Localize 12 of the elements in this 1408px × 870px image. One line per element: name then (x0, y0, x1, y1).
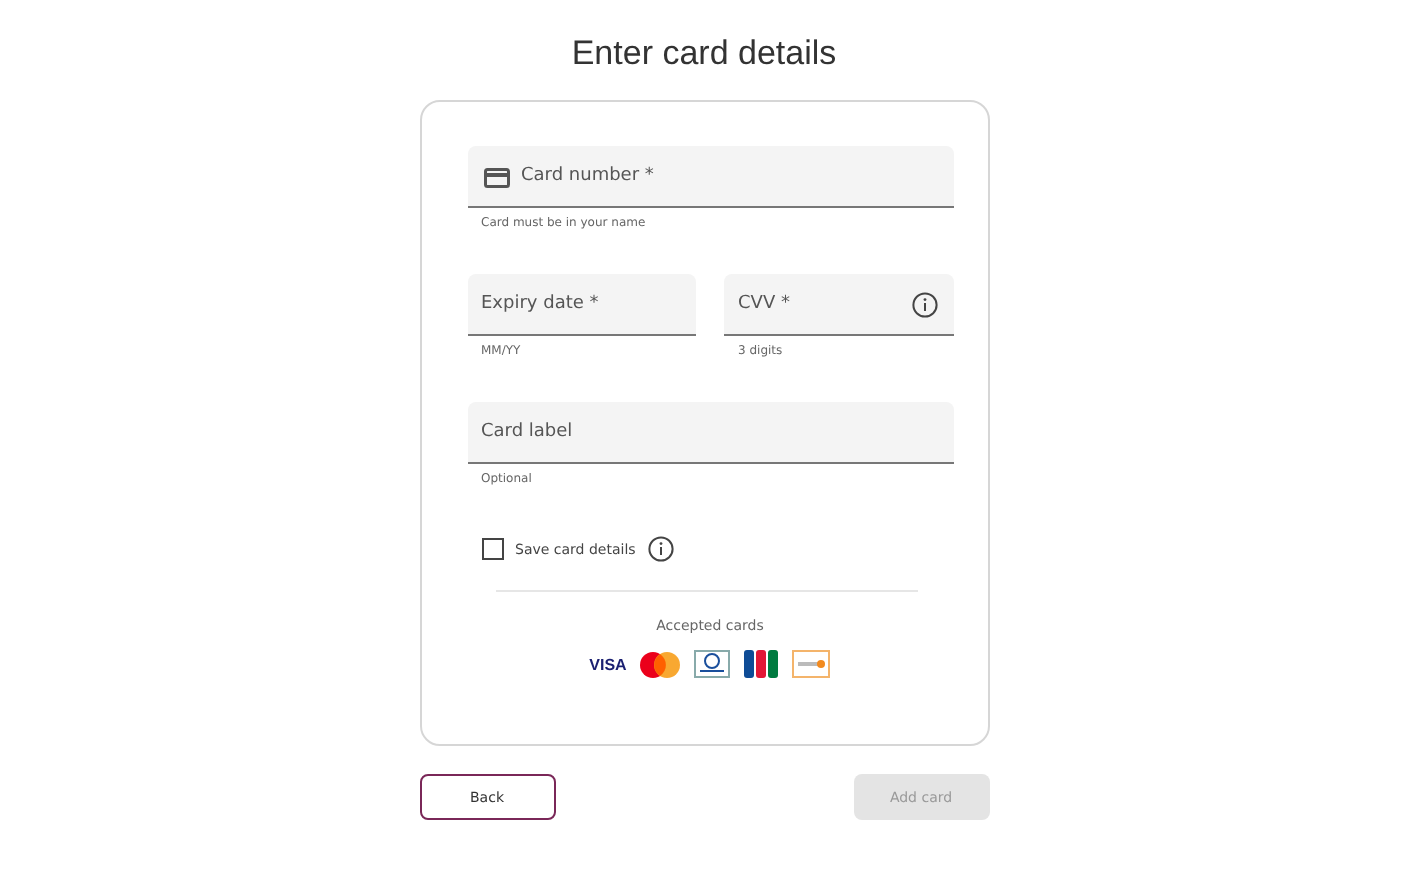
info-icon[interactable] (647, 536, 674, 562)
jcb-logo (744, 650, 779, 678)
card-number-field[interactable]: Card number * (467, 146, 953, 208)
mastercard-logo (640, 651, 681, 677)
cvv-field[interactable]: CVV * (724, 274, 953, 336)
save-card-checkbox[interactable] (481, 538, 503, 560)
expiry-date-field[interactable]: Expiry date * (467, 274, 696, 336)
card-label-field[interactable]: Card label (467, 402, 953, 464)
info-icon[interactable] (911, 292, 937, 318)
visa-logo: VISA (589, 655, 627, 673)
credit-card-icon (483, 168, 509, 188)
page-title: Enter card details (571, 34, 837, 74)
